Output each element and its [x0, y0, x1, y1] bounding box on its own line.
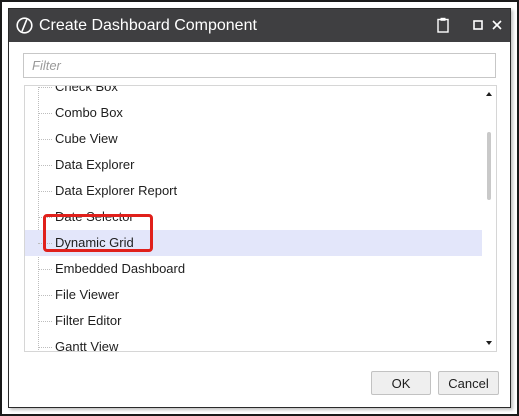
scroll-thumb[interactable] — [487, 132, 491, 200]
dialog-title: Create Dashboard Component — [39, 17, 257, 34]
list-item-date-selector[interactable]: Date Selector — [25, 204, 483, 230]
list-item-label: Data Explorer — [55, 157, 135, 172]
list-item-label: Cube View — [55, 131, 118, 146]
component-list-content: Check Box Combo Box Cube View Data Explo… — [25, 85, 483, 352]
list-item-label: Data Explorer Report — [55, 183, 178, 198]
list-item-check-box[interactable]: Check Box — [25, 85, 483, 100]
list-item-label: Filter Editor — [55, 313, 122, 328]
list-item-label: Embedded Dashboard — [55, 261, 186, 276]
maximize-icon[interactable] — [471, 15, 485, 35]
list-item-file-viewer[interactable]: File Viewer — [25, 282, 483, 308]
app-logo-icon — [16, 17, 33, 34]
list-item-label: Gantt View — [55, 339, 119, 352]
list-item-data-explorer-report[interactable]: Data Explorer Report — [25, 178, 483, 204]
list-item-combo-box[interactable]: Combo Box — [25, 100, 483, 126]
scroll-up-arrow-icon[interactable] — [482, 88, 496, 100]
component-list[interactable]: Check Box Combo Box Cube View Data Explo… — [24, 85, 497, 352]
list-item-label: Dynamic Grid — [55, 235, 134, 250]
list-item-label: File Viewer — [55, 287, 120, 302]
list-item-label: Date Selector — [55, 209, 134, 224]
list-item-data-explorer[interactable]: Data Explorer — [25, 152, 483, 178]
screenshot-frame: Create Dashboard Component Filter Check … — [0, 0, 519, 416]
dialog-titlebar: Create Dashboard Component — [9, 9, 510, 42]
cancel-button[interactable]: Cancel — [438, 371, 499, 395]
list-item-filter-editor[interactable]: Filter Editor — [25, 308, 483, 334]
scroll-down-arrow-icon[interactable] — [482, 337, 496, 349]
list-item-label: Check Box — [55, 85, 118, 94]
list-item-cube-view[interactable]: Cube View — [25, 126, 483, 152]
list-item-gantt-view[interactable]: Gantt View — [25, 334, 483, 352]
list-scrollbar[interactable] — [482, 86, 496, 351]
create-dashboard-component-dialog: Create Dashboard Component Filter Check … — [8, 8, 511, 408]
list-item-dynamic-grid[interactable]: Dynamic Grid — [25, 230, 483, 256]
filter-input[interactable] — [23, 53, 496, 78]
close-icon[interactable] — [490, 15, 504, 35]
ok-button[interactable]: OK — [371, 371, 431, 395]
clipboard-icon[interactable] — [435, 15, 451, 35]
list-item-embedded-dashboard[interactable]: Embedded Dashboard — [25, 256, 483, 282]
list-item-label: Combo Box — [55, 105, 123, 120]
